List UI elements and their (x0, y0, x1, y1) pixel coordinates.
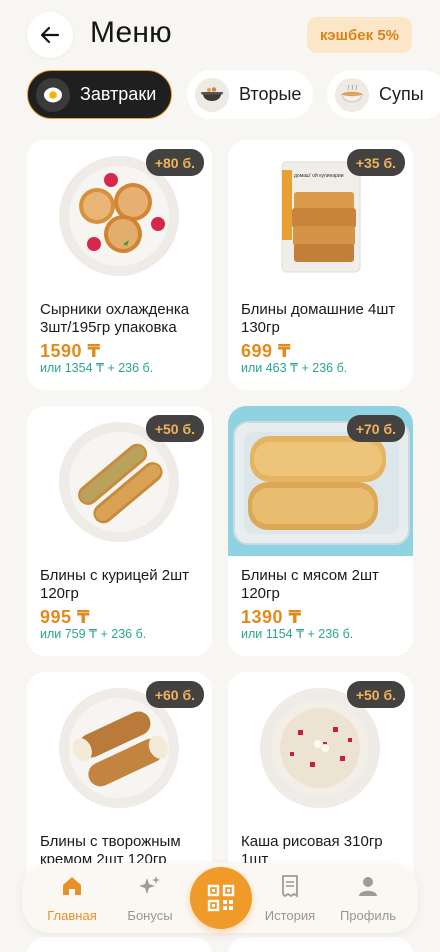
bonus-badge: +80 б. (145, 149, 204, 176)
bonus-badge: +50 б. (145, 415, 204, 442)
nav-label: Профиль (339, 908, 397, 923)
qr-code-button[interactable] (190, 867, 252, 929)
page-title: Меню (90, 16, 172, 49)
product-card[interactable]: домаш' ой кулинарии +35 б. Блины домашни… (228, 140, 413, 390)
tab-soups[interactable]: Супы (327, 70, 440, 119)
bonus-badge: +50 б. (346, 681, 405, 708)
bonus-badge: +35 б. (346, 149, 405, 176)
product-name: Блины с мясом 2шт 120гр (241, 567, 379, 602)
tab-breakfast[interactable]: Завтраки (27, 70, 172, 119)
product-alt-price: или 759 ₸ + 236 б. (40, 627, 147, 641)
product-alt-price: или 1354 ₸ + 236 б. (40, 361, 154, 375)
product-name: Сырники охлажденка 3шт/195гр упаковка (40, 301, 190, 336)
product-card[interactable] (228, 937, 413, 952)
product-card[interactable]: +70 б. Блины с мясом 2шт 120гр 1390 ₸ ил… (228, 406, 413, 656)
tab-label: Супы (379, 84, 424, 104)
category-tabs: Завтраки Вторые Супы (27, 70, 440, 120)
home-icon (59, 873, 85, 899)
product-name: Блины домашние 4шт 130гр (241, 301, 396, 336)
product-alt-price: или 1154 ₸ + 236 б. (241, 627, 354, 641)
arrow-left-icon (40, 26, 60, 44)
tab-main-dishes[interactable]: Вторые (187, 70, 313, 119)
product-price: 1390 ₸ (241, 607, 302, 627)
product-card[interactable] (27, 937, 212, 952)
nav-label: Главная (47, 908, 97, 923)
sparkles-icon (137, 873, 163, 899)
product-price: 1590 ₸ (40, 341, 101, 361)
product-name: Блины с курицей 2шт 120гр (40, 567, 190, 602)
user-icon (355, 873, 381, 899)
product-card[interactable]: +50 б. Блины с курицей 2шт 120гр 995 ₸ и… (27, 406, 212, 656)
cashback-badge[interactable]: кэшбек 5% (306, 17, 412, 53)
receipt-icon (277, 873, 303, 899)
header: Меню кэшбек 5% (0, 0, 440, 70)
egg-icon (36, 77, 70, 112)
nav-history[interactable]: История (250, 873, 330, 929)
bottom-nav: Главная Бонусы История Профиль (22, 863, 418, 933)
back-button[interactable] (27, 12, 73, 58)
nav-home[interactable]: Главная (32, 873, 112, 929)
bonus-badge: +70 б. (346, 415, 405, 442)
nav-label: Бонусы (127, 908, 173, 923)
soup-bowl-icon (335, 77, 369, 112)
pan-icon (195, 77, 229, 112)
bonus-badge: +60 б. (145, 681, 204, 708)
nav-bonuses[interactable]: Бонусы (110, 873, 190, 929)
tab-label: Завтраки (80, 84, 157, 104)
nav-label: История (264, 908, 316, 923)
package-label: домаш' ой кулинарии (294, 172, 344, 179)
product-price: 699 ₸ (241, 341, 292, 361)
product-price: 995 ₸ (40, 607, 91, 627)
qr-code-icon (207, 884, 235, 912)
nav-profile[interactable]: Профиль (328, 873, 408, 929)
product-card[interactable]: +80 б. Сырники охлажденка 3шт/195гр упак… (27, 140, 212, 390)
product-alt-price: или 463 ₸ + 236 б. (241, 361, 348, 375)
tab-label: Вторые (239, 84, 302, 104)
